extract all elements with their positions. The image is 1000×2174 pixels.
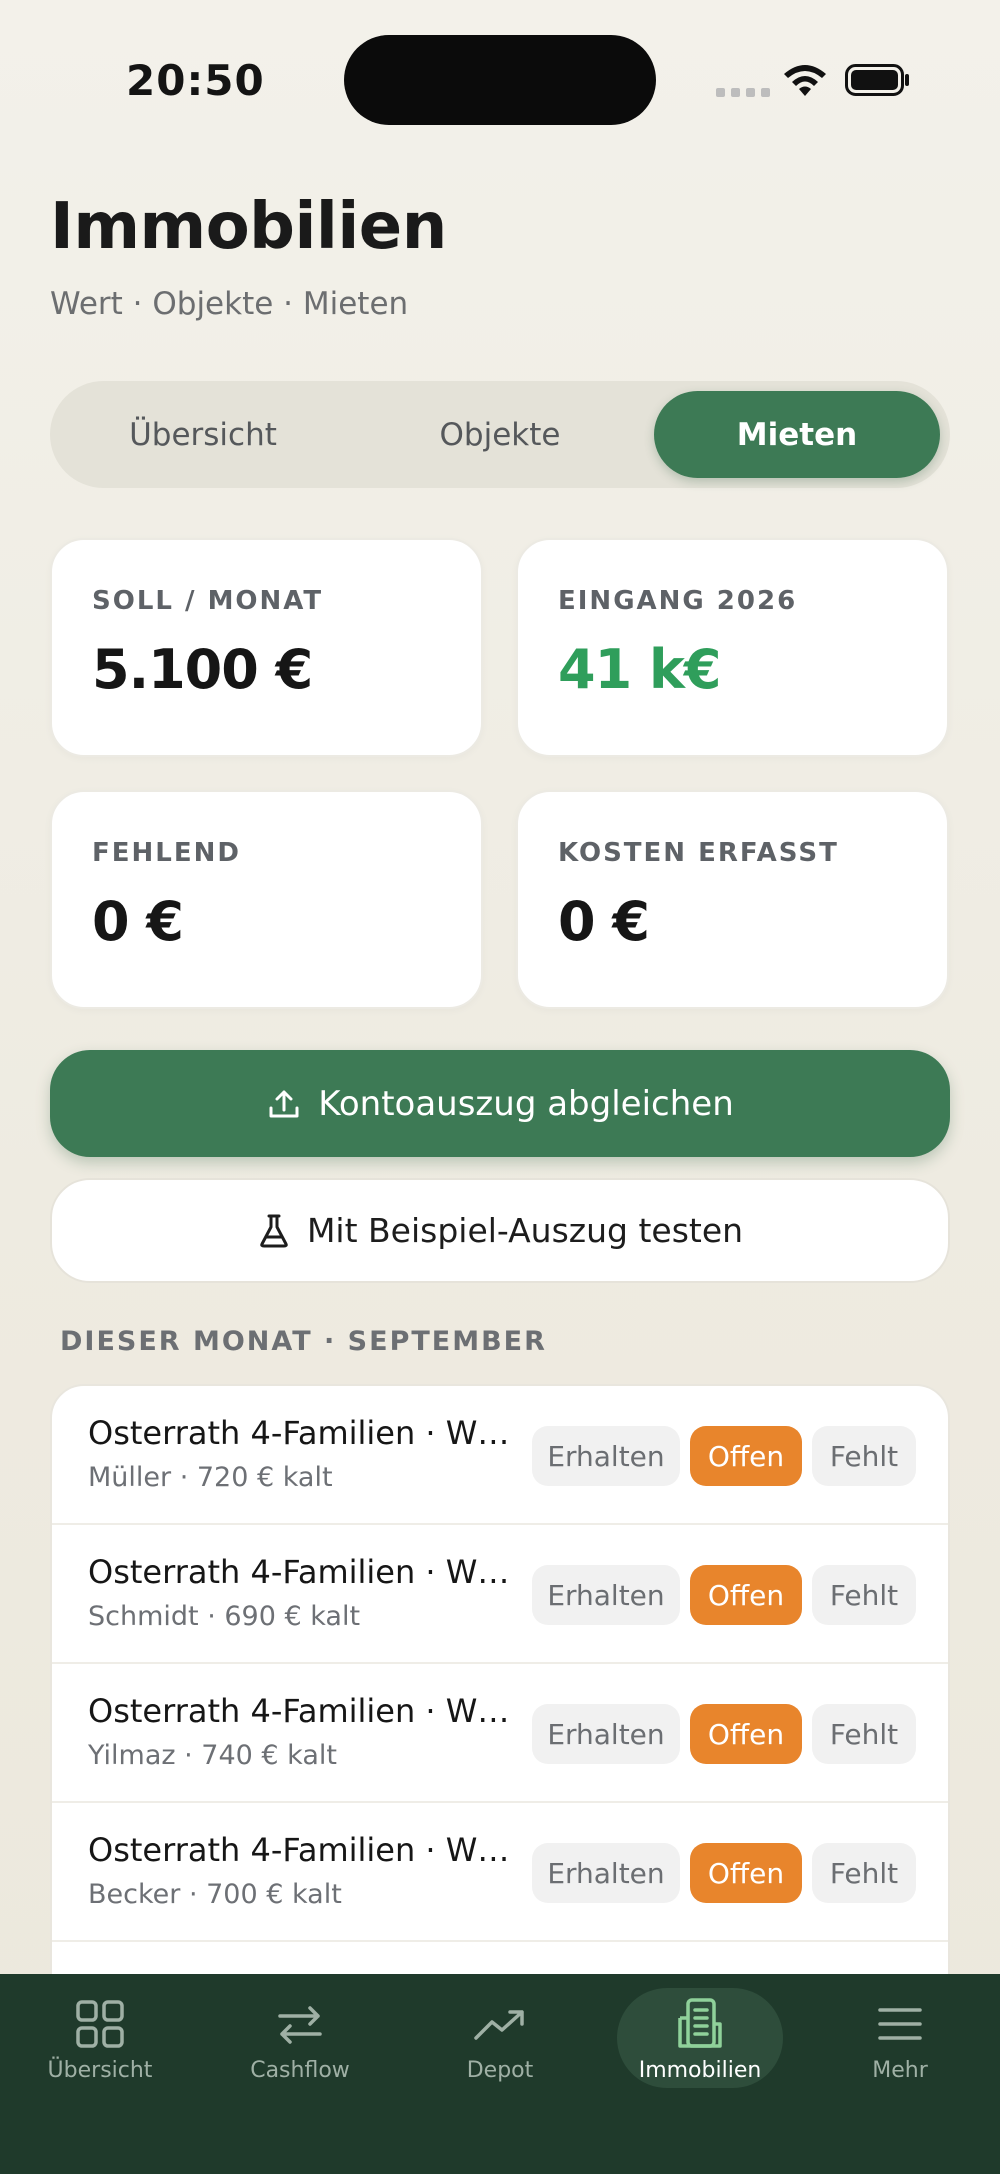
page-subtitle: Wert · Objekte · Mieten: [50, 286, 409, 322]
tenant-meta: Müller · 720 € kalt: [88, 1462, 333, 1493]
list-item[interactable]: Osterrath 4-Familien · WH… Yilmaz · 740 …: [52, 1664, 948, 1803]
status-received-button[interactable]: Erhalten: [532, 1704, 680, 1764]
status-open-button[interactable]: Offen: [690, 1426, 802, 1486]
status-missing-button[interactable]: Fehlt: [812, 1565, 916, 1625]
property-name: Osterrath 4-Familien · WH…: [88, 1692, 528, 1730]
stat-label: SOLL / MONAT: [92, 586, 324, 616]
grid-icon: [76, 2000, 124, 2048]
stat-label: EINGANG 2026: [558, 586, 798, 616]
status-received-button[interactable]: Erhalten: [532, 1843, 680, 1903]
signal-icon: [716, 88, 770, 97]
list-item[interactable]: Osterrath 4-Familien · WH… Schmidt · 690…: [52, 1525, 948, 1664]
stat-value: 0 €: [92, 890, 184, 953]
segment-mieten[interactable]: Mieten: [654, 391, 940, 478]
status-open-button[interactable]: Offen: [690, 1843, 802, 1903]
tab-label: Depot: [466, 2058, 534, 2083]
stat-card-fehlend: FEHLEND 0 €: [50, 790, 483, 1009]
tenant-meta: Schmidt · 690 € kalt: [88, 1601, 361, 1632]
tab-depot[interactable]: Depot: [400, 1974, 600, 2114]
dynamic-island: [344, 35, 656, 125]
status-missing-button[interactable]: Fehlt: [812, 1843, 916, 1903]
building-icon: [678, 1998, 722, 2048]
stat-value: 5.100 €: [92, 638, 313, 701]
tab-label: Mehr: [872, 2058, 928, 2083]
tab-label: Immobilien: [638, 2058, 762, 2083]
stat-card-kosten: KOSTEN ERFASST 0 €: [516, 790, 949, 1009]
trend-icon: [474, 2010, 524, 2040]
property-name: Osterrath 4-Familien · WH…: [88, 1553, 528, 1591]
status-missing-button[interactable]: Fehlt: [812, 1426, 916, 1486]
rent-list: Osterrath 4-Familien · WH… Müller · 720 …: [50, 1384, 950, 2034]
status-missing-button[interactable]: Fehlt: [812, 1704, 916, 1764]
stat-value: 0 €: [558, 890, 650, 953]
property-name: Osterrath 4-Familien · WH…: [88, 1414, 528, 1452]
upload-icon: [269, 1090, 299, 1117]
stat-value: 41 k€: [558, 638, 721, 701]
battery-icon: [845, 64, 909, 96]
list-item[interactable]: Osterrath 4-Familien · WH… Müller · 720 …: [52, 1386, 948, 1525]
tab-cashflow[interactable]: Cashflow: [200, 1974, 400, 2114]
list-item[interactable]: Osterrath 4-Familien · WH… Becker · 700 …: [52, 1803, 948, 1942]
arrows-icon: [278, 2006, 322, 2044]
page-title: Immobilien: [50, 190, 447, 264]
status-open-button[interactable]: Offen: [690, 1704, 802, 1764]
reconcile-statement-button[interactable]: Kontoauszug abgleichen: [50, 1050, 950, 1157]
segment-objekte[interactable]: Objekte: [357, 391, 643, 478]
status-open-button[interactable]: Offen: [690, 1565, 802, 1625]
tenant-meta: Becker · 700 € kalt: [88, 1879, 342, 1910]
tab-uebersicht[interactable]: Übersicht: [0, 1974, 200, 2114]
stat-card-eingang: EINGANG 2026 41 k€: [516, 538, 949, 757]
status-bar: 20:50: [0, 0, 1000, 160]
tenant-meta: Yilmaz · 740 € kalt: [88, 1740, 337, 1771]
sample-statement-label: Mit Beispiel-Auszug testen: [306, 1211, 744, 1250]
tab-immobilien[interactable]: Immobilien: [600, 1974, 800, 2114]
status-time: 20:50: [126, 56, 265, 105]
segmented-control: Übersicht Objekte Mieten: [50, 381, 950, 488]
stat-card-soll: SOLL / MONAT 5.100 €: [50, 538, 483, 757]
status-received-button[interactable]: Erhalten: [532, 1426, 680, 1486]
section-title: DIESER MONAT · SEPTEMBER: [60, 1326, 547, 1357]
reconcile-statement-label: Kontoauszug abgleichen: [318, 1083, 734, 1124]
sample-statement-button[interactable]: Mit Beispiel-Auszug testen: [50, 1178, 950, 1283]
tab-label: Übersicht: [47, 2058, 153, 2083]
wifi-icon: [784, 65, 826, 96]
stat-label: KOSTEN ERFASST: [558, 838, 839, 868]
menu-icon: [878, 2008, 922, 2040]
tab-mehr[interactable]: Mehr: [800, 1974, 1000, 2114]
status-received-button[interactable]: Erhalten: [532, 1565, 680, 1625]
property-name: Osterrath 4-Familien · WH…: [88, 1831, 528, 1869]
tab-bar: Übersicht Cashflow Depot Immobilien Mehr: [0, 1974, 1000, 2174]
flask-icon: [260, 1214, 288, 1247]
stat-label: FEHLEND: [92, 838, 241, 868]
tab-label: Cashflow: [250, 2058, 350, 2083]
segment-uebersicht[interactable]: Übersicht: [60, 391, 346, 478]
